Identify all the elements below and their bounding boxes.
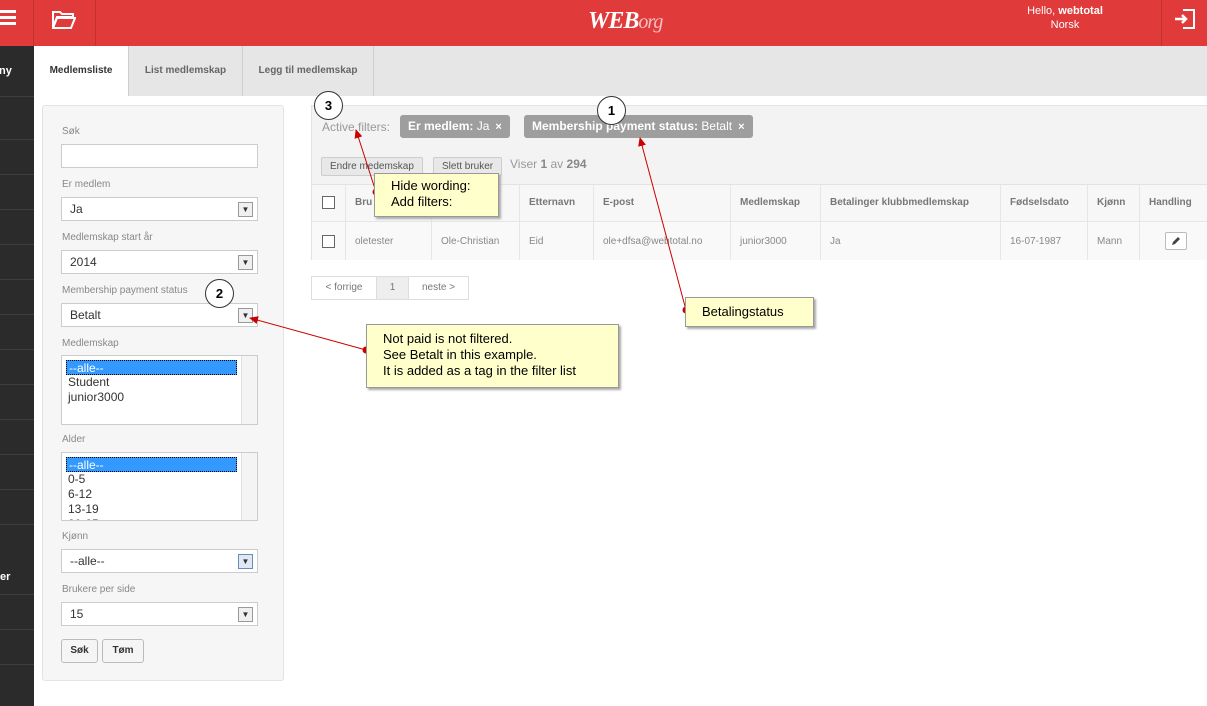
annotation-note-payment-status: Betalingstatus xyxy=(685,297,814,327)
annotation-note-not-paid: Not paid is not filtered. See Betalt in … xyxy=(366,324,619,388)
annotation-marker-3: 3 xyxy=(314,91,343,120)
annotation-marker-1: 1 xyxy=(597,96,626,125)
annotation-marker-2: 2 xyxy=(205,279,234,308)
annotation-note-hide-wording: Hide wording: Add filters: xyxy=(374,173,499,217)
